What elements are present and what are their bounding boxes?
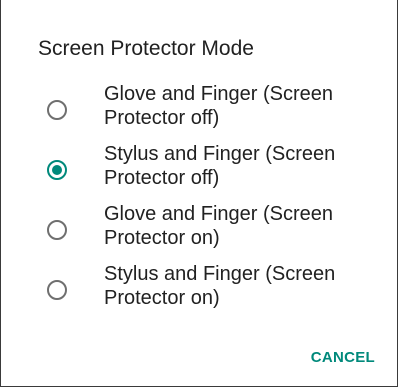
dialog-title: Screen Protector Mode [38,37,254,60]
option-stylus-finger-protector-off[interactable]: Stylus and Finger (Screen Protector off) [1,140,391,198]
option-label: Glove and Finger (Screen Protector off) [104,83,334,129]
option-label: Stylus and Finger (Screen Protector off) [104,143,336,189]
radio-unchecked-icon[interactable] [47,280,67,300]
radio-unchecked-icon[interactable] [47,100,67,120]
cancel-button[interactable]: CANCEL [311,347,375,369]
option-label: Stylus and Finger (Screen Protector on) [104,263,336,309]
option-label: Glove and Finger (Screen Protector on) [104,203,334,249]
option-stylus-finger-protector-on[interactable]: Stylus and Finger (Screen Protector on) [1,260,391,318]
radio-checked-icon[interactable] [47,160,67,180]
option-glove-finger-protector-on[interactable]: Glove and Finger (Screen Protector on) [1,200,391,258]
radio-unchecked-icon[interactable] [47,220,67,240]
option-glove-finger-protector-off[interactable]: Glove and Finger (Screen Protector off) [1,80,391,138]
screen-protector-dialog: Screen Protector Mode Glove and Finger (… [0,0,398,387]
